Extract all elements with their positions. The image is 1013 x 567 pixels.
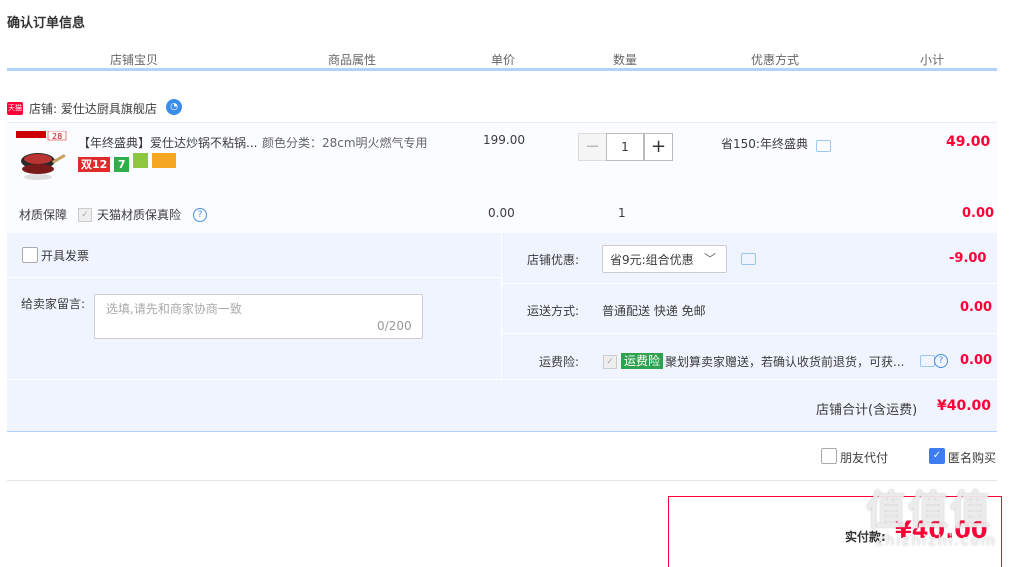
right-divider-2 (502, 333, 997, 334)
page-title: 确认订单信息 (7, 16, 86, 31)
anonymous-label: 匿名购买 (948, 451, 997, 465)
friend-pay-checkbox[interactable] (821, 448, 837, 464)
col-header-discount: 优惠方式 (751, 53, 800, 67)
invoice-checkbox[interactable] (22, 247, 38, 263)
anonymous-checkbox[interactable]: ✓ (929, 448, 945, 464)
discount-chat-icon[interactable] (741, 253, 756, 265)
insurance-price: 0.00 (488, 206, 515, 220)
total-divider (7, 379, 997, 380)
product-attribute: 颜色分类：28cm明火燃气专用 (262, 136, 428, 150)
watermark-logo: 值值值 (866, 488, 992, 534)
col-header-price: 单价 (491, 53, 516, 67)
message-placeholder: 选填,请先和商家协商一致 (106, 302, 242, 316)
col-header-subtotal: 小计 (920, 53, 945, 67)
shipping-method: 普通配送 快递 免邮 (602, 304, 706, 318)
shipping-amount: 0.00 (960, 300, 993, 315)
insurance-qty: 1 (618, 206, 626, 220)
quantity-input[interactable]: 1 (606, 133, 644, 161)
col-header-item: 店铺宝贝 (110, 53, 159, 67)
insurance-help-icon[interactable]: ? (934, 354, 948, 368)
freight-insurance-badge: 运费险 (621, 353, 664, 369)
insurance-checkbox: ✓ (78, 208, 92, 222)
green-service-icon (132, 153, 148, 168)
friend-pay-label: 朋友代付 (840, 451, 889, 465)
card-payment-icon (151, 153, 176, 168)
double12-badge: 双12 (78, 157, 111, 172)
col-header-attr: 商品属性 (328, 53, 377, 67)
watermark-url: zhizhizhi.com (876, 533, 997, 549)
discount-info-icon[interactable] (816, 140, 831, 152)
col-header-qty: 数量 (613, 53, 638, 67)
material-guarantee-label: 材质保障 (19, 208, 68, 222)
invoice-label: 开具发票 (41, 249, 90, 263)
quantity-decrease-button[interactable]: − (578, 133, 607, 161)
freight-insurance-text: 聚划算卖家赠送，若确认收货前退货，可获... (665, 355, 905, 369)
shop-discount-label: 店铺优惠: (527, 253, 580, 267)
header-divider (7, 68, 997, 71)
material-insurance-name: 天猫材质保真险 (97, 208, 182, 222)
message-char-count: 0/200 (377, 319, 412, 333)
discount-method: 省150:年终盛典 (721, 137, 808, 151)
item-subtotal: 49.00 (946, 134, 991, 150)
insurance-subtotal: 0.00 (962, 206, 995, 221)
product-thumbnail[interactable]: 28 (16, 130, 68, 183)
section-separator (7, 480, 997, 481)
chevron-down-icon: ﹀ (704, 252, 717, 266)
message-label: 给卖家留言: (21, 297, 86, 311)
quantity-increase-button[interactable]: + (644, 133, 673, 161)
seven-day-return-icon: 7 (114, 157, 130, 172)
help-icon[interactable]: ? (193, 208, 207, 222)
svg-text:28: 28 (52, 132, 62, 141)
freight-insurance-checkbox: ✓ (603, 355, 617, 369)
freight-insurance-amount: 0.00 (960, 353, 993, 368)
shop-total-value: ¥40.00 (937, 398, 992, 414)
insurance-chat-icon[interactable] (920, 355, 935, 367)
freight-insurance-label: 运费险: (539, 355, 580, 369)
tag-icons: 双12 7 (78, 153, 176, 172)
shop-total-label: 店铺合计(含运费) (816, 403, 918, 418)
panel-divider (501, 233, 502, 379)
shipping-label: 运送方式: (527, 304, 580, 318)
right-divider-1 (502, 283, 997, 284)
tmall-badge: 天猫 (7, 102, 23, 115)
left-divider (7, 277, 501, 278)
shop-discount-selected: 省9元:组合优惠 (610, 253, 694, 267)
unit-price: 199.00 (483, 133, 525, 147)
shop-name-link[interactable]: 店铺: 爱仕达厨具旗舰店 (29, 100, 157, 117)
product-title-link[interactable]: 【年终盛典】爱仕达炒锅不粘锅... (78, 134, 257, 151)
shop-discount-value: -9.00 (949, 251, 987, 266)
wangwang-chat-icon[interactable]: ◔ (166, 99, 182, 115)
